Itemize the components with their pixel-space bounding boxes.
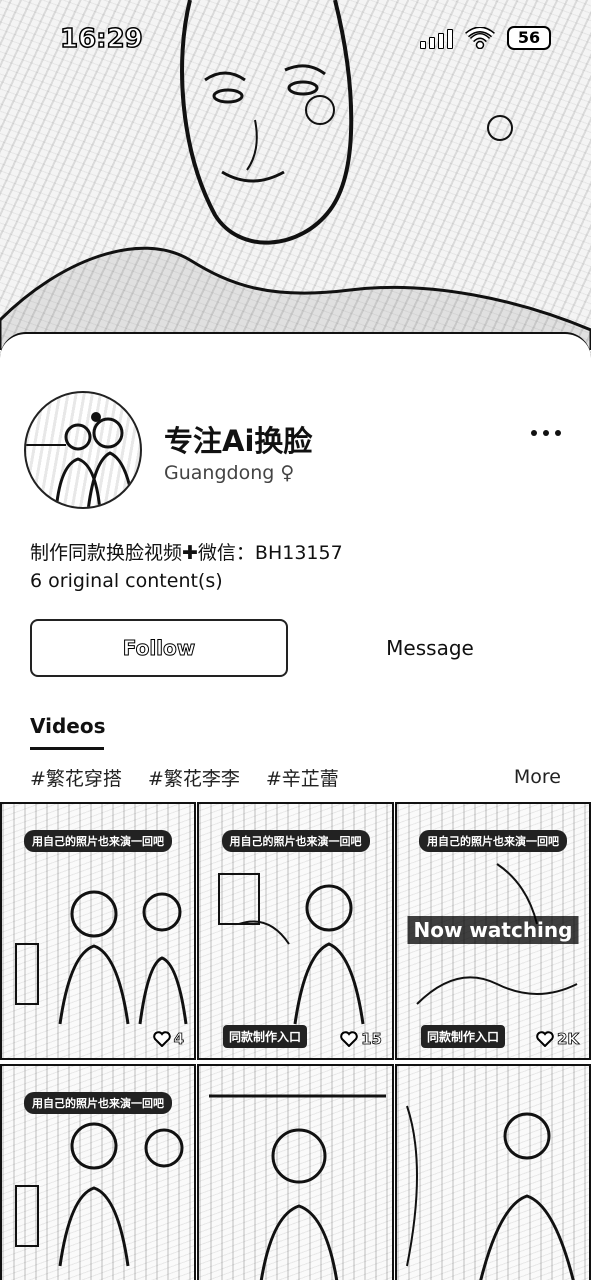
more-options-icon[interactable]	[531, 430, 561, 436]
tab-indicator	[30, 747, 104, 750]
video-grid: 用自己的照片也来演一回吧 4 用自己的照片也来演一回吧 同款制作入口 15 用自…	[0, 802, 591, 1280]
tab-videos[interactable]: Videos	[30, 714, 106, 738]
status-icons: 56	[420, 26, 551, 50]
tags-more-button[interactable]: More	[514, 766, 561, 788]
wifi-icon	[465, 27, 495, 49]
heart-icon	[340, 1031, 358, 1047]
content-count: 6 original content(s)	[30, 570, 223, 592]
video-tile[interactable]	[395, 1064, 591, 1280]
make-same-badge: 同款制作入口	[223, 1025, 308, 1048]
video-tile[interactable]	[197, 1064, 394, 1280]
signal-icon	[420, 27, 453, 49]
tag-item[interactable]: #辛芷蕾	[266, 764, 339, 791]
tag-item[interactable]: #繁花穿搭	[30, 764, 122, 791]
now-watching-label: Now watching	[407, 916, 579, 944]
heart-icon	[152, 1031, 171, 1047]
profile-location: Guangdong ♀	[164, 462, 295, 484]
video-caption: 用自己的照片也来演一回吧	[221, 830, 370, 852]
tag-item[interactable]: #繁花李李	[148, 764, 240, 791]
tag-list: #繁花穿搭 #繁花李李 #辛芷蕾	[30, 764, 339, 791]
video-likes: 15	[340, 1030, 382, 1048]
message-button[interactable]: Message	[300, 619, 560, 677]
video-caption: 用自己的照片也来演一回吧	[24, 1092, 172, 1114]
make-same-badge: 同款制作入口	[421, 1025, 506, 1048]
video-caption: 用自己的照片也来演一回吧	[24, 830, 172, 852]
video-tile[interactable]: 用自己的照片也来演一回吧	[0, 1064, 196, 1280]
heart-icon	[536, 1031, 554, 1047]
status-bar: 16:29 56	[0, 0, 591, 80]
profile-name: 专注Ai换脸	[164, 424, 313, 458]
video-likes: 2K	[536, 1030, 579, 1048]
like-count: 2K	[556, 1030, 580, 1049]
video-tile[interactable]: 用自己的照片也来演一回吧 Now watching 同款制作入口 2K	[395, 802, 591, 1060]
follow-button[interactable]: Follow	[30, 619, 288, 677]
like-count: 4	[173, 1030, 184, 1049]
video-tile[interactable]: 用自己的照片也来演一回吧 同款制作入口 15	[197, 802, 394, 1060]
profile-card: 专注Ai换脸 Guangdong ♀ 制作同款换脸视频✚微信：BH13157 6…	[0, 332, 591, 1280]
profile-page: 16:29 56 专注Ai换脸 Guangdong ♀ 制作同款换脸视频✚微信：…	[0, 0, 591, 1280]
status-time: 16:29	[59, 23, 143, 55]
video-tile[interactable]: 用自己的照片也来演一回吧 4	[0, 802, 196, 1060]
video-likes: 4	[152, 1030, 184, 1049]
avatar[interactable]	[24, 391, 142, 509]
like-count: 15	[361, 1030, 383, 1049]
profile-bio: 制作同款换脸视频✚微信：BH13157	[30, 542, 343, 564]
video-caption: 用自己的照片也来演一回吧	[419, 830, 567, 852]
battery-icon: 56	[507, 26, 551, 50]
